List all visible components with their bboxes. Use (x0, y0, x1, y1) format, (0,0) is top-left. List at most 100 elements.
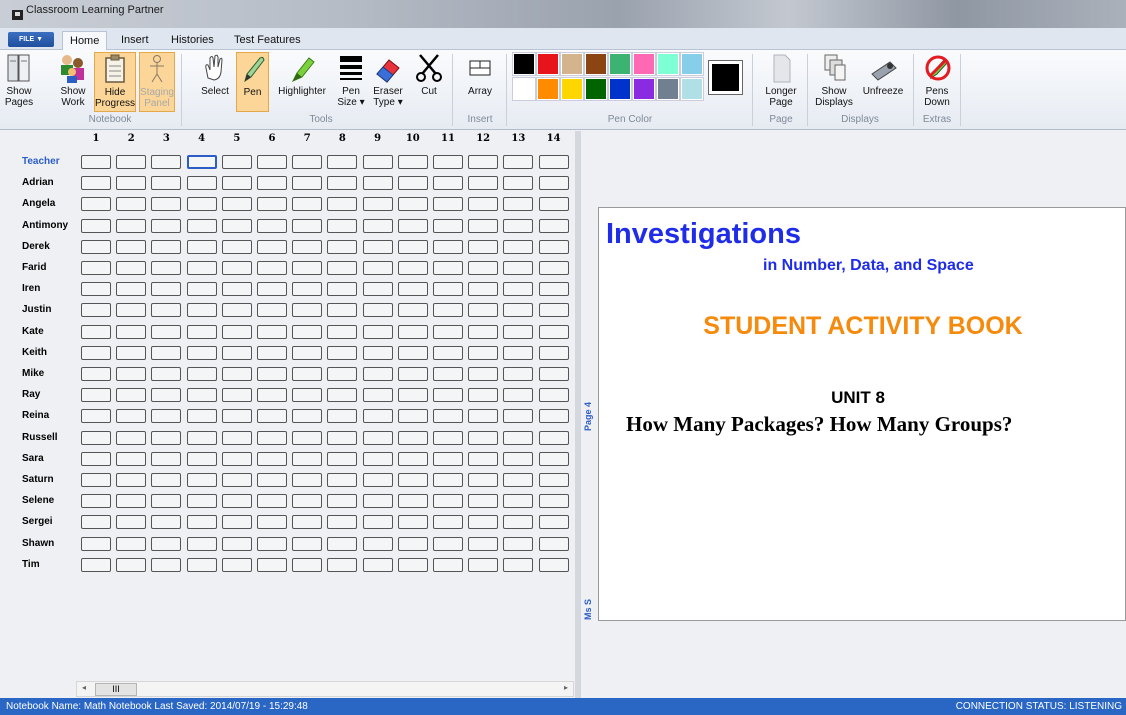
column-header[interactable]: 2 (116, 133, 146, 144)
progress-cell[interactable] (221, 303, 252, 318)
progress-cell[interactable] (538, 282, 569, 297)
progress-cell[interactable] (503, 367, 534, 381)
progress-cell[interactable] (433, 261, 463, 275)
progress-cell[interactable] (433, 218, 463, 233)
progress-cell[interactable] (468, 282, 499, 297)
progress-cell[interactable] (468, 409, 499, 424)
longer-page-button[interactable]: Longer Page (760, 52, 802, 108)
progress-cell[interactable] (397, 515, 428, 530)
progress-cell[interactable] (397, 176, 428, 191)
progress-cell[interactable] (257, 451, 287, 466)
progress-cell[interactable] (292, 494, 323, 509)
student-name[interactable]: Farid (22, 262, 46, 273)
progress-cell[interactable] (433, 473, 463, 487)
progress-cell[interactable] (503, 557, 534, 572)
progress-cell[interactable] (292, 557, 323, 572)
progress-cell[interactable] (116, 409, 147, 424)
progress-cell[interactable] (81, 430, 111, 445)
progress-cell[interactable] (327, 324, 358, 339)
progress-cell[interactable] (538, 303, 569, 318)
pen-color-swatch[interactable] (608, 77, 632, 101)
progress-cell[interactable] (327, 176, 358, 191)
progress-cell[interactable] (538, 155, 569, 169)
progress-cell[interactable] (292, 451, 323, 466)
progress-cell[interactable] (468, 451, 499, 466)
progress-cell[interactable] (362, 197, 393, 212)
progress-cell[interactable] (257, 515, 287, 530)
progress-cell[interactable] (151, 557, 182, 572)
column-header[interactable]: 12 (468, 133, 498, 144)
progress-cell[interactable] (292, 261, 323, 275)
tab-home[interactable]: Home (62, 31, 108, 51)
progress-cell[interactable] (257, 176, 287, 191)
progress-cell[interactable] (538, 239, 569, 254)
progress-cell[interactable] (468, 155, 499, 169)
select-button[interactable]: Select (196, 52, 234, 97)
progress-cell[interactable] (221, 409, 252, 424)
progress-cell[interactable] (292, 409, 323, 424)
progress-cell[interactable] (186, 494, 217, 509)
progress-cell[interactable] (292, 282, 323, 297)
student-name[interactable]: Teacher (22, 156, 60, 167)
column-header[interactable]: 4 (187, 133, 217, 144)
pen-color-swatch[interactable] (536, 77, 560, 101)
progress-cell[interactable] (503, 388, 534, 403)
progress-cell[interactable] (221, 176, 252, 191)
progress-cell[interactable] (433, 155, 463, 169)
progress-cell[interactable] (327, 515, 358, 530)
progress-cell[interactable] (397, 409, 428, 424)
pen-color-swatch[interactable] (512, 77, 536, 101)
progress-cell[interactable] (186, 303, 217, 318)
progress-cell[interactable] (503, 155, 534, 169)
progress-cell[interactable] (397, 430, 428, 445)
progress-cell[interactable] (257, 409, 287, 424)
student-name[interactable]: Sergei (22, 516, 53, 527)
progress-cell[interactable] (397, 261, 428, 275)
progress-cell[interactable] (468, 494, 499, 509)
progress-cell[interactable] (397, 324, 428, 339)
progress-cell[interactable] (503, 282, 534, 297)
progress-cell[interactable] (186, 324, 217, 339)
progress-cell[interactable] (116, 239, 147, 254)
progress-cell[interactable] (503, 345, 534, 360)
progress-cell[interactable] (81, 282, 111, 297)
progress-cell[interactable] (221, 324, 252, 339)
progress-cell[interactable] (538, 324, 569, 339)
cut-button[interactable]: Cut (414, 52, 444, 97)
progress-cell[interactable] (433, 430, 463, 445)
progress-cell[interactable] (468, 557, 499, 572)
pen-button[interactable]: Pen (236, 52, 269, 112)
progress-cell[interactable] (81, 345, 111, 360)
show-pages-button[interactable]: Show Pages (3, 52, 35, 108)
progress-cell[interactable] (81, 197, 111, 212)
student-name[interactable]: Reina (22, 410, 49, 421)
column-header[interactable]: 14 (539, 133, 569, 144)
progress-cell[interactable] (503, 515, 534, 530)
show-work-button[interactable]: Show Work (57, 52, 89, 108)
progress-cell[interactable] (433, 515, 463, 530)
column-header[interactable]: 11 (433, 133, 463, 144)
progress-cell[interactable] (116, 282, 147, 297)
column-header[interactable]: 6 (257, 133, 287, 144)
progress-cell[interactable] (397, 494, 428, 509)
progress-cell[interactable] (151, 451, 182, 466)
progress-cell[interactable] (362, 409, 393, 424)
progress-cell[interactable] (81, 515, 111, 530)
progress-cell[interactable] (186, 536, 217, 551)
progress-cell[interactable] (327, 155, 358, 169)
progress-cell[interactable] (433, 388, 463, 403)
progress-cell[interactable] (503, 197, 534, 212)
student-name[interactable]: Mike (22, 368, 44, 379)
progress-cell[interactable] (186, 515, 217, 530)
scroll-thumb[interactable]: III (95, 683, 137, 696)
progress-cell[interactable] (221, 494, 252, 509)
progress-cell[interactable] (116, 261, 147, 275)
progress-cell[interactable] (362, 515, 393, 530)
progress-cell[interactable] (151, 176, 182, 191)
progress-cell[interactable] (538, 409, 569, 424)
progress-cell[interactable] (221, 218, 252, 233)
column-header[interactable]: 10 (398, 133, 428, 144)
progress-cell[interactable] (151, 473, 182, 487)
pen-color-swatch[interactable] (584, 52, 608, 76)
progress-cell[interactable] (221, 557, 252, 572)
